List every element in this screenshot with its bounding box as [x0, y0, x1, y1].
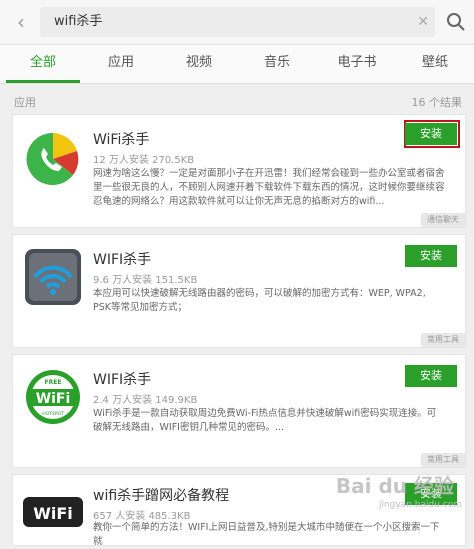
- search-input[interactable]: wifi杀手: [54, 7, 102, 37]
- category-tag[interactable]: 通信聊天: [421, 213, 465, 227]
- watermark: Bai du 经验: [335, 474, 454, 498]
- install-button[interactable]: 安装: [405, 365, 457, 387]
- app-description: 本应用可以快速破解无线路由器的密码，可以破解的加密方式有：WEP, WPA2, …: [93, 288, 426, 313]
- app-meta: 9.6 万人安装 151.5KB: [93, 275, 198, 286]
- install-button[interactable]: 安装: [405, 123, 457, 145]
- app-title[interactable]: WIFI杀手: [93, 369, 151, 389]
- category-tag[interactable]: 常用工具: [421, 333, 465, 347]
- tab-all[interactable]: 全部: [6, 45, 80, 83]
- result-count: 16 个结果: [411, 96, 463, 109]
- wifi-logo-icon: WiFi: [23, 497, 83, 527]
- app-card[interactable]: WiFi杀手 12 万人安装 270.5KB 网速为啥这么慢？一定是对面那小子在…: [12, 114, 466, 228]
- active-tab-indicator: [6, 80, 80, 83]
- app-meta: 12 万人安装 270.5KB: [93, 155, 195, 166]
- hotspot-text: HOTSPOT: [42, 411, 64, 417]
- app-title[interactable]: WiFi杀手: [93, 129, 149, 149]
- category-tabs: 全部 应用 视频 音乐 电子书 壁纸: [0, 45, 474, 84]
- category-tag[interactable]: 常用工具: [421, 453, 465, 467]
- free-badge-text: FREE: [45, 379, 62, 386]
- back-arrow-icon[interactable]: ‹: [10, 9, 32, 35]
- app-description: 教你一个简单的方法！WIFI上网日益普及,特别是大城市中随便在一个小区搜索一下就: [93, 522, 440, 547]
- tab-videos[interactable]: 视频: [162, 45, 236, 83]
- app-title[interactable]: wifi杀手蹭网必备教程: [93, 485, 229, 505]
- section-label: 应用: [14, 96, 36, 109]
- tab-music[interactable]: 音乐: [240, 45, 314, 83]
- app-title[interactable]: WIFI杀手: [93, 249, 151, 269]
- tab-ebooks[interactable]: 电子书: [318, 45, 396, 83]
- wifi-signal-icon: [25, 249, 81, 305]
- app-description: WiFi杀手是一款自动获取周边免费Wi-Fi热点信息并快速破解wifi密码实现连…: [93, 408, 437, 433]
- app-card[interactable]: WIFI杀手 9.6 万人安装 151.5KB 本应用可以快速破解无线路由器的密…: [12, 234, 466, 348]
- pie-phone-icon: [26, 132, 79, 185]
- wifi-logo-text: WiFi: [36, 391, 71, 407]
- search-icon[interactable]: [446, 12, 466, 32]
- watermark-url: jingyan.baidu.com: [378, 500, 462, 510]
- free-wifi-icon: WiFi FREE HOTSPOT: [26, 370, 80, 424]
- search-box[interactable]: wifi杀手 ✕: [40, 7, 435, 37]
- app-meta: 2.4 万人安装 149.9KB: [93, 395, 198, 406]
- install-button[interactable]: 安装: [405, 245, 457, 267]
- tab-wallpapers[interactable]: 壁纸: [400, 45, 470, 83]
- top-bar: ‹ wifi杀手 ✕: [0, 0, 474, 45]
- app-description: 网速为啥这么慢？一定是对面那小子在开迅雷！我们经常会碰到一些办公室或者宿舍里一些…: [93, 168, 445, 207]
- clear-icon[interactable]: ✕: [417, 7, 429, 37]
- app-meta: 657 人安装 485.3KB: [93, 511, 191, 522]
- tab-apps[interactable]: 应用: [84, 45, 158, 83]
- app-card[interactable]: WiFi FREE HOTSPOT WIFI杀手 2.4 万人安装 149.9K…: [12, 354, 466, 468]
- wifi-logo-text: WiFi: [33, 504, 73, 523]
